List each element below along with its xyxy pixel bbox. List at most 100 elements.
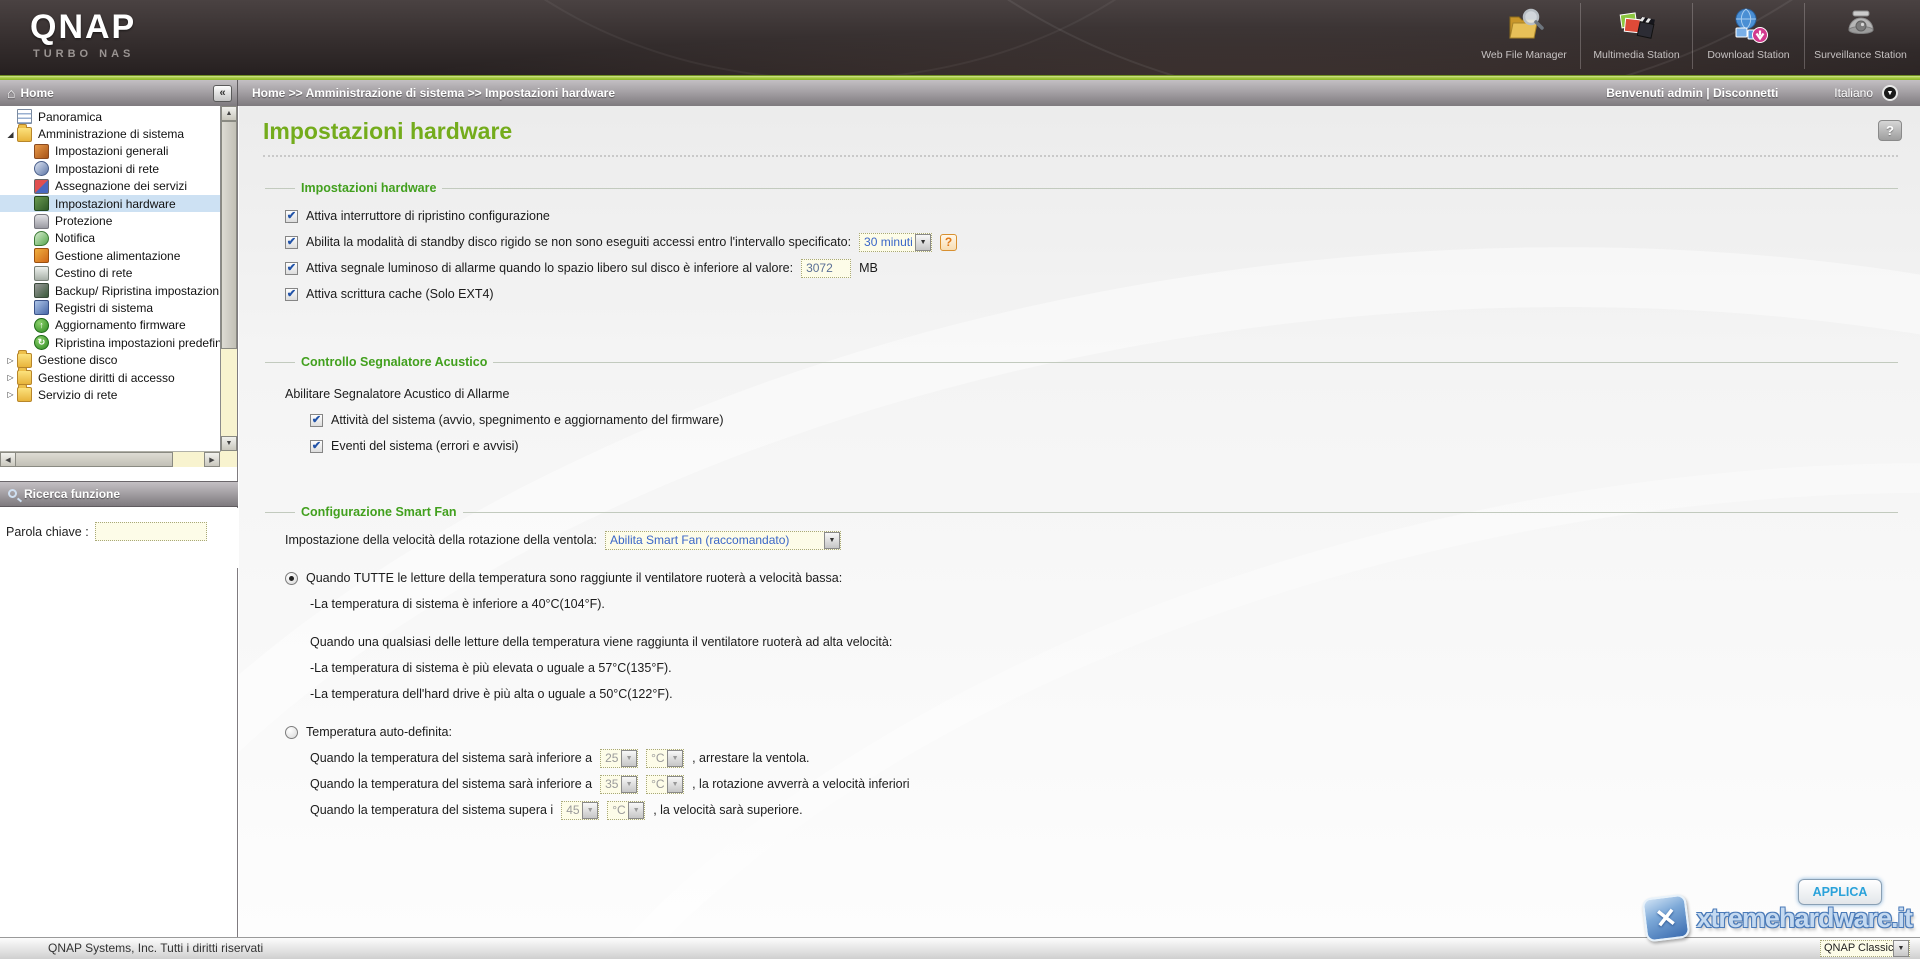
unit-select-1[interactable]: °C▼ (646, 749, 684, 768)
sidebar-item-gestione-disco[interactable]: ▷Gestione disco (0, 351, 221, 368)
service-assignment-icon (34, 179, 49, 194)
fan-hdd-temp-rule: -La temperatura dell'hard drive è più al… (310, 687, 673, 701)
custom-temp-pre-label: Quando la temperatura del sistema sarà i… (310, 777, 592, 791)
unit-select-2-value: °C (647, 777, 667, 791)
help-button[interactable]: ? (1878, 120, 1902, 141)
sidebar-item-label: Backup/ Ripristina impostazion (55, 284, 219, 298)
alert-led-checkbox[interactable]: ✔ (285, 262, 298, 275)
scroll-down-button[interactable]: ▼ (221, 436, 237, 451)
chevron-down-icon: ▼ (621, 750, 637, 767)
fan-high-speed-intro: Quando una qualsiasi delle letture della… (310, 635, 892, 649)
main-content: ? Impostazioni hardware Impostazioni har… (239, 106, 1920, 937)
download-station-icon (1693, 3, 1804, 46)
sidebar-item-impostazioni-hardware[interactable]: Impostazioni hardware (0, 195, 221, 212)
folder-icon (17, 353, 32, 368)
sidebar-item-label: Servizio di rete (38, 388, 117, 402)
sidebar-item-aggiornamento-firmware[interactable]: ↑Aggiornamento firmware (0, 317, 221, 334)
sidebar-item-notifica[interactable]: Notifica (0, 230, 221, 247)
navigation-tree: Panoramica◢Amministrazione di sistemaImp… (0, 108, 221, 453)
caret-collapsed-icon[interactable]: ▷ (4, 390, 17, 399)
surveillance-station-icon (1805, 3, 1916, 46)
hardware-settings-section: Impostazioni hardware ✔ Attiva interrutt… (265, 181, 1898, 317)
custom-temp-row: Quando la temperatura del sistema sarà i… (285, 771, 1898, 797)
sidebar-item-protezione[interactable]: Protezione (0, 212, 221, 229)
station-surveillance[interactable]: Surveillance Station (1804, 3, 1916, 69)
smart-fan-radio-label: Quando TUTTE le letture della temperatur… (306, 571, 842, 585)
reset-switch-checkbox[interactable]: ✔ (285, 210, 298, 223)
station-download[interactable]: Download Station (1692, 3, 1804, 69)
fan-system-temp-rule: -La temperatura di sistema è più elevata… (310, 661, 672, 675)
unit-select-2[interactable]: °C▼ (646, 775, 684, 794)
write-cache-checkbox[interactable]: ✔ (285, 288, 298, 301)
temp-select-1[interactable]: 25▼ (600, 749, 638, 768)
hdd-standby-checkbox[interactable]: ✔ (285, 236, 298, 249)
scroll-left-button[interactable]: ◀ (0, 452, 16, 467)
skin-select[interactable]: QNAP Classic ▼ (1820, 940, 1910, 957)
search-icon (8, 489, 17, 498)
sidebar-item-gestione-alimentazione[interactable]: Gestione alimentazione (0, 247, 221, 264)
scroll-right-button[interactable]: ▶ (204, 452, 220, 467)
security-icon (34, 214, 49, 229)
unit-select-3[interactable]: °C▼ (607, 801, 645, 820)
sidebar-item-ripristina-impostazioni-predefin[interactable]: ↻Ripristina impostazioni predefin (0, 334, 221, 351)
free-space-input[interactable] (801, 259, 851, 278)
system-operations-checkbox[interactable]: ✔ (310, 414, 323, 427)
folder-icon (17, 387, 32, 402)
folder-open-icon (17, 127, 32, 142)
temp-select-3[interactable]: 45▼ (561, 801, 599, 820)
tree-vertical-scrollbar[interactable]: ▲ ▼ (220, 106, 237, 467)
station-label: Surveillance Station (1805, 49, 1916, 61)
language-label[interactable]: Italiano (1834, 86, 1873, 100)
watermark-text: xtremehardware.it (1696, 903, 1912, 934)
vertical-scroll-thumb[interactable] (221, 121, 237, 349)
fan-mode-select[interactable]: Abilita Smart Fan (raccomandato) ▼ (605, 531, 841, 550)
sidebar-item-backup-ripristina-impostazion[interactable]: Backup/ Ripristina impostazion (0, 282, 221, 299)
sidebar-item-registri-di-sistema[interactable]: Registri di sistema (0, 299, 221, 316)
scroll-up-button[interactable]: ▲ (221, 106, 237, 121)
caret-collapsed-icon[interactable]: ▷ (4, 356, 17, 365)
custom-temp-rows: Quando la temperatura del sistema sarà i… (285, 745, 1898, 823)
chevron-down-icon: ▼ (915, 234, 931, 251)
sidebar-item-servizio-di-rete[interactable]: ▷ Servizio di rete (0, 386, 221, 403)
sidebar-item-gestione-diritti-di-accesso[interactable]: ▷Gestione diritti di accesso (0, 369, 221, 386)
watermark: ✕ xtremehardware.it (1644, 896, 1912, 940)
station-web-file-manager[interactable]: Web File Manager (1468, 3, 1580, 69)
caret-collapsed-icon[interactable]: ▷ (4, 373, 17, 382)
smart-fan-legend: Configurazione Smart Fan (295, 505, 463, 519)
hint-icon[interactable]: ? (940, 234, 957, 251)
temp-select-2[interactable]: 35▼ (600, 775, 638, 794)
sidebar-item-cestino-di-rete[interactable]: Cestino di rete (0, 265, 221, 282)
sidebar-item-panoramica[interactable]: Panoramica (0, 108, 221, 125)
sidebar-item-label: Notifica (55, 231, 95, 245)
sidebar-item-label: Aggiornamento firmware (55, 318, 186, 332)
smart-fan-radio[interactable] (285, 572, 298, 585)
breadcrumb: Home >> Amministrazione di sistema >> Im… (252, 86, 615, 100)
language-dropdown-icon[interactable]: ▼ (1882, 85, 1898, 101)
chevron-down-icon: ▼ (824, 532, 840, 549)
chevron-down-icon: ▼ (667, 750, 683, 767)
custom-temp-row: Quando la temperatura del sistema supera… (285, 797, 1898, 823)
horizontal-scroll-thumb[interactable] (15, 452, 173, 467)
station-multimedia[interactable]: Multimedia Station (1580, 3, 1692, 69)
sidebar-item-impostazioni-di-rete[interactable]: Impostazioni di rete (0, 160, 221, 177)
system-events-checkbox[interactable]: ✔ (310, 440, 323, 453)
xtremehardware-logo-icon: ✕ (1642, 893, 1691, 942)
chevron-down-icon: ▼ (628, 802, 644, 819)
sidebar-panel-header: ⌂ Home « (0, 80, 238, 106)
collapse-sidebar-button[interactable]: « (213, 85, 232, 102)
station-label: Web File Manager (1468, 49, 1580, 61)
sidebar-item-assegnazione-dei-servizi[interactable]: Assegnazione dei servizi (0, 178, 221, 195)
tree-horizontal-scrollbar[interactable]: ◀ ▶ (0, 451, 221, 467)
keyword-input[interactable] (95, 522, 207, 541)
caret-expanded-icon[interactable]: ◢ (4, 130, 17, 139)
system-operations-label: Attività del sistema (avvio, spegnimento… (331, 413, 724, 427)
standby-interval-select[interactable]: 30 minuti ▼ (859, 233, 932, 252)
hardware-settings-icon (34, 196, 49, 211)
sidebar-item-amministrazione-di-sistema[interactable]: ◢Amministrazione di sistema (0, 125, 221, 142)
logout-link[interactable]: Disconnetti (1713, 86, 1778, 100)
station-shortcuts: Web File Manager Multimedia Station (1468, 0, 1916, 75)
system-events-label: Eventi del sistema (errori e avvisi) (331, 439, 519, 453)
sidebar-item-impostazioni-generali[interactable]: Impostazioni generali (0, 143, 221, 160)
custom-temp-radio-label: Temperatura auto-definita: (306, 725, 452, 739)
custom-temp-radio[interactable] (285, 726, 298, 739)
